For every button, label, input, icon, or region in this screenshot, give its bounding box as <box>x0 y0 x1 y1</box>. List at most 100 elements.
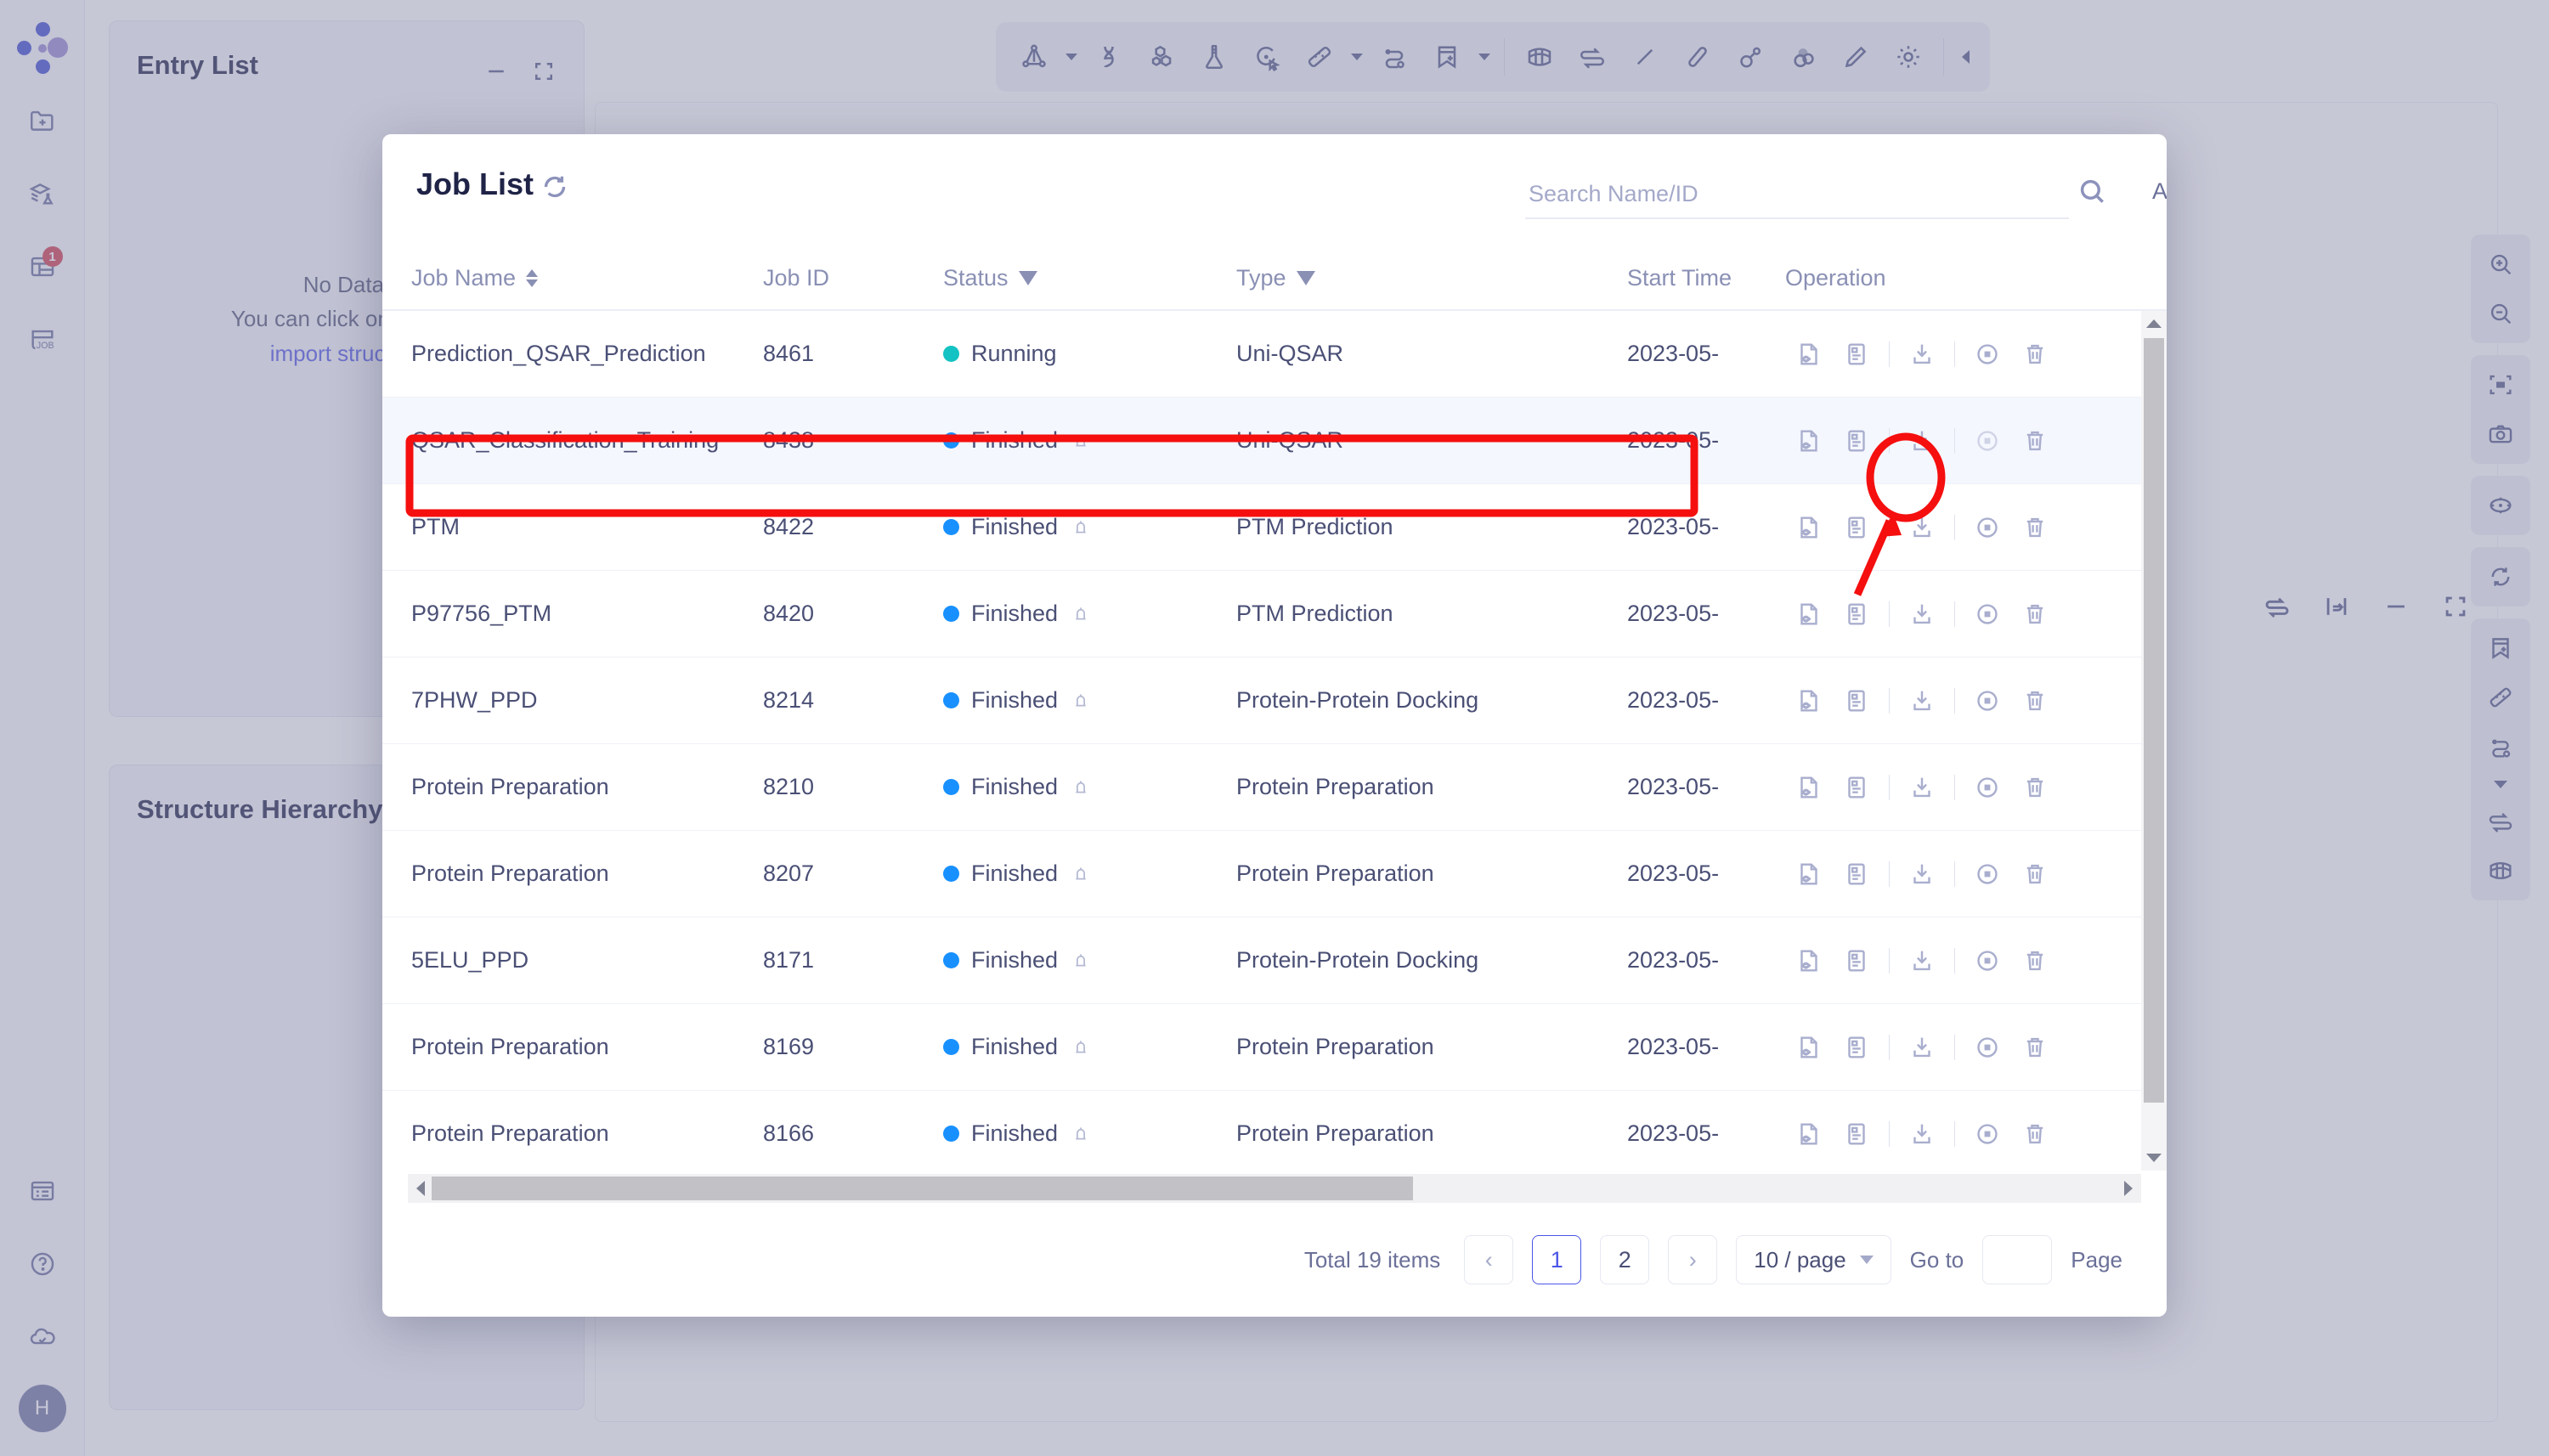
preview-file-icon[interactable] <box>1785 330 1833 378</box>
notification-bell-icon[interactable] <box>1070 776 1092 799</box>
modal-title: Job List <box>416 166 534 201</box>
table-vertical-scrollbar[interactable] <box>2141 311 2167 1171</box>
search-input[interactable] <box>1525 170 2069 219</box>
table-row[interactable]: Protein Preparation 8169 Finished Protein P… <box>382 1004 2167 1091</box>
preview-file-icon[interactable] <box>1785 937 1833 985</box>
delete-trash-icon[interactable] <box>2011 504 2059 551</box>
stop-circle-icon[interactable] <box>1964 330 2011 378</box>
stop-circle-icon[interactable] <box>1964 850 2011 898</box>
preview-file-icon[interactable] <box>1785 1110 1833 1158</box>
table-row[interactable]: 7PHW_PPD 8214 Finished Protein-Protein Dock… <box>382 657 2167 744</box>
search-icon[interactable] <box>2076 175 2110 209</box>
table-row[interactable]: PTM 8422 Finished PTM Prediction 2023-05- <box>382 484 2167 571</box>
horizontal-scroll-thumb[interactable] <box>432 1177 1413 1200</box>
notification-bell-icon[interactable] <box>1070 690 1092 712</box>
download-icon[interactable] <box>1898 590 1946 638</box>
notification-bell-icon[interactable] <box>1070 1123 1092 1145</box>
filter-icon[interactable] <box>1296 271 1315 285</box>
table-row[interactable]: Prediction_QSAR_Prediction 8461 Running Uni… <box>382 311 2167 398</box>
column-header-type[interactable]: Type <box>1236 265 1315 291</box>
pagination-prev[interactable]: ‹ <box>1464 1235 1514 1284</box>
report-log-icon[interactable] <box>1833 677 1880 725</box>
operation-separator <box>1889 427 1890 454</box>
report-log-icon[interactable] <box>1833 937 1880 985</box>
table-row[interactable]: Protein Preparation 8166 Finished Protein P… <box>382 1091 2167 1171</box>
report-log-icon[interactable] <box>1833 850 1880 898</box>
goto-page-input[interactable] <box>1982 1235 2053 1284</box>
report-log-icon[interactable] <box>1833 1110 1880 1158</box>
preview-file-icon[interactable] <box>1785 764 1833 811</box>
report-log-icon[interactable] <box>1833 590 1880 638</box>
cell-start-time: 2023-05- <box>1627 601 1720 626</box>
delete-trash-icon[interactable] <box>2011 937 2059 985</box>
delete-trash-icon[interactable] <box>2011 1024 2059 1071</box>
notification-bell-icon[interactable] <box>1070 950 1092 972</box>
scroll-up-arrow[interactable] <box>2141 313 2167 335</box>
download-icon[interactable] <box>1898 937 1946 985</box>
scroll-down-arrow[interactable] <box>2141 1147 2167 1169</box>
advanced-search-dropdown[interactable]: Advanced Search <box>2152 178 2167 205</box>
table-horizontal-scrollbar[interactable] <box>408 1174 2141 1203</box>
page-size-select[interactable]: 10 / page <box>1736 1235 1891 1284</box>
refresh-icon[interactable] <box>540 172 570 202</box>
notification-bell-icon[interactable] <box>1070 430 1092 452</box>
pagination-page-2[interactable]: 2 <box>1600 1235 1650 1284</box>
vertical-scroll-thumb[interactable] <box>2144 338 2164 1103</box>
preview-file-icon[interactable] <box>1785 590 1833 638</box>
preview-file-icon[interactable] <box>1785 677 1833 725</box>
table-row[interactable]: Protein Preparation 8207 Finished Protein P… <box>382 831 2167 917</box>
delete-trash-icon[interactable] <box>2011 677 2059 725</box>
stop-circle-icon[interactable] <box>1964 504 2011 551</box>
download-icon[interactable] <box>1898 1024 1946 1071</box>
table-row[interactable]: P97756_PTM 8420 Finished PTM Prediction 2023… <box>382 571 2167 657</box>
table-row[interactable]: 5ELU_PPD 8171 Finished Protein-Protein Dock… <box>382 917 2167 1004</box>
download-icon[interactable] <box>1898 1110 1946 1158</box>
column-header-status[interactable]: Status <box>943 265 1037 291</box>
delete-trash-icon[interactable] <box>2011 1110 2059 1158</box>
stop-circle-icon[interactable] <box>1964 1024 2011 1071</box>
preview-file-icon[interactable] <box>1785 417 1833 465</box>
delete-trash-icon[interactable] <box>2011 330 2059 378</box>
stop-circle-icon[interactable] <box>1964 764 2011 811</box>
stop-circle-icon[interactable] <box>1964 1110 2011 1158</box>
scroll-left-arrow[interactable] <box>410 1174 432 1203</box>
delete-trash-icon[interactable] <box>2011 850 2059 898</box>
cell-status: Finished <box>943 1120 1092 1147</box>
download-icon[interactable] <box>1898 417 1946 465</box>
column-header-job-name[interactable]: Job Name <box>411 265 539 291</box>
report-log-icon[interactable] <box>1833 417 1880 465</box>
report-log-icon[interactable] <box>1833 764 1880 811</box>
filter-icon[interactable] <box>1018 271 1037 285</box>
download-icon[interactable] <box>1898 330 1946 378</box>
table-row[interactable]: Protein Preparation 8210 Finished Protein P… <box>382 744 2167 831</box>
download-icon[interactable] <box>1898 850 1946 898</box>
pagination-next[interactable]: › <box>1668 1235 1718 1284</box>
notification-bell-icon[interactable] <box>1070 863 1092 885</box>
preview-file-icon[interactable] <box>1785 850 1833 898</box>
scroll-right-arrow[interactable] <box>2117 1174 2139 1203</box>
report-log-icon[interactable] <box>1833 330 1880 378</box>
notification-bell-icon[interactable] <box>1070 516 1092 539</box>
preview-file-icon[interactable] <box>1785 504 1833 551</box>
stop-circle-icon[interactable] <box>1964 937 2011 985</box>
notification-bell-icon[interactable] <box>1070 603 1092 625</box>
preview-file-icon[interactable] <box>1785 1024 1833 1071</box>
delete-trash-icon[interactable] <box>2011 590 2059 638</box>
pagination-page-1[interactable]: 1 <box>1532 1235 1582 1284</box>
download-icon[interactable] <box>1898 504 1946 551</box>
stop-circle-icon[interactable] <box>1964 590 2011 638</box>
notification-bell-icon[interactable] <box>1070 1036 1092 1058</box>
cell-operation <box>1738 571 2077 657</box>
operation-separator <box>1889 687 1890 714</box>
sort-icon[interactable] <box>526 269 539 287</box>
stop-circle-icon[interactable] <box>1964 417 2011 465</box>
operation-separator <box>1889 341 1890 367</box>
stop-circle-icon[interactable] <box>1964 677 2011 725</box>
table-row[interactable]: QSAR_Classification_Training 8438 Finished… <box>382 398 2167 484</box>
report-log-icon[interactable] <box>1833 504 1880 551</box>
download-icon[interactable] <box>1898 764 1946 811</box>
delete-trash-icon[interactable] <box>2011 417 2059 465</box>
delete-trash-icon[interactable] <box>2011 764 2059 811</box>
report-log-icon[interactable] <box>1833 1024 1880 1071</box>
download-icon[interactable] <box>1898 677 1946 725</box>
